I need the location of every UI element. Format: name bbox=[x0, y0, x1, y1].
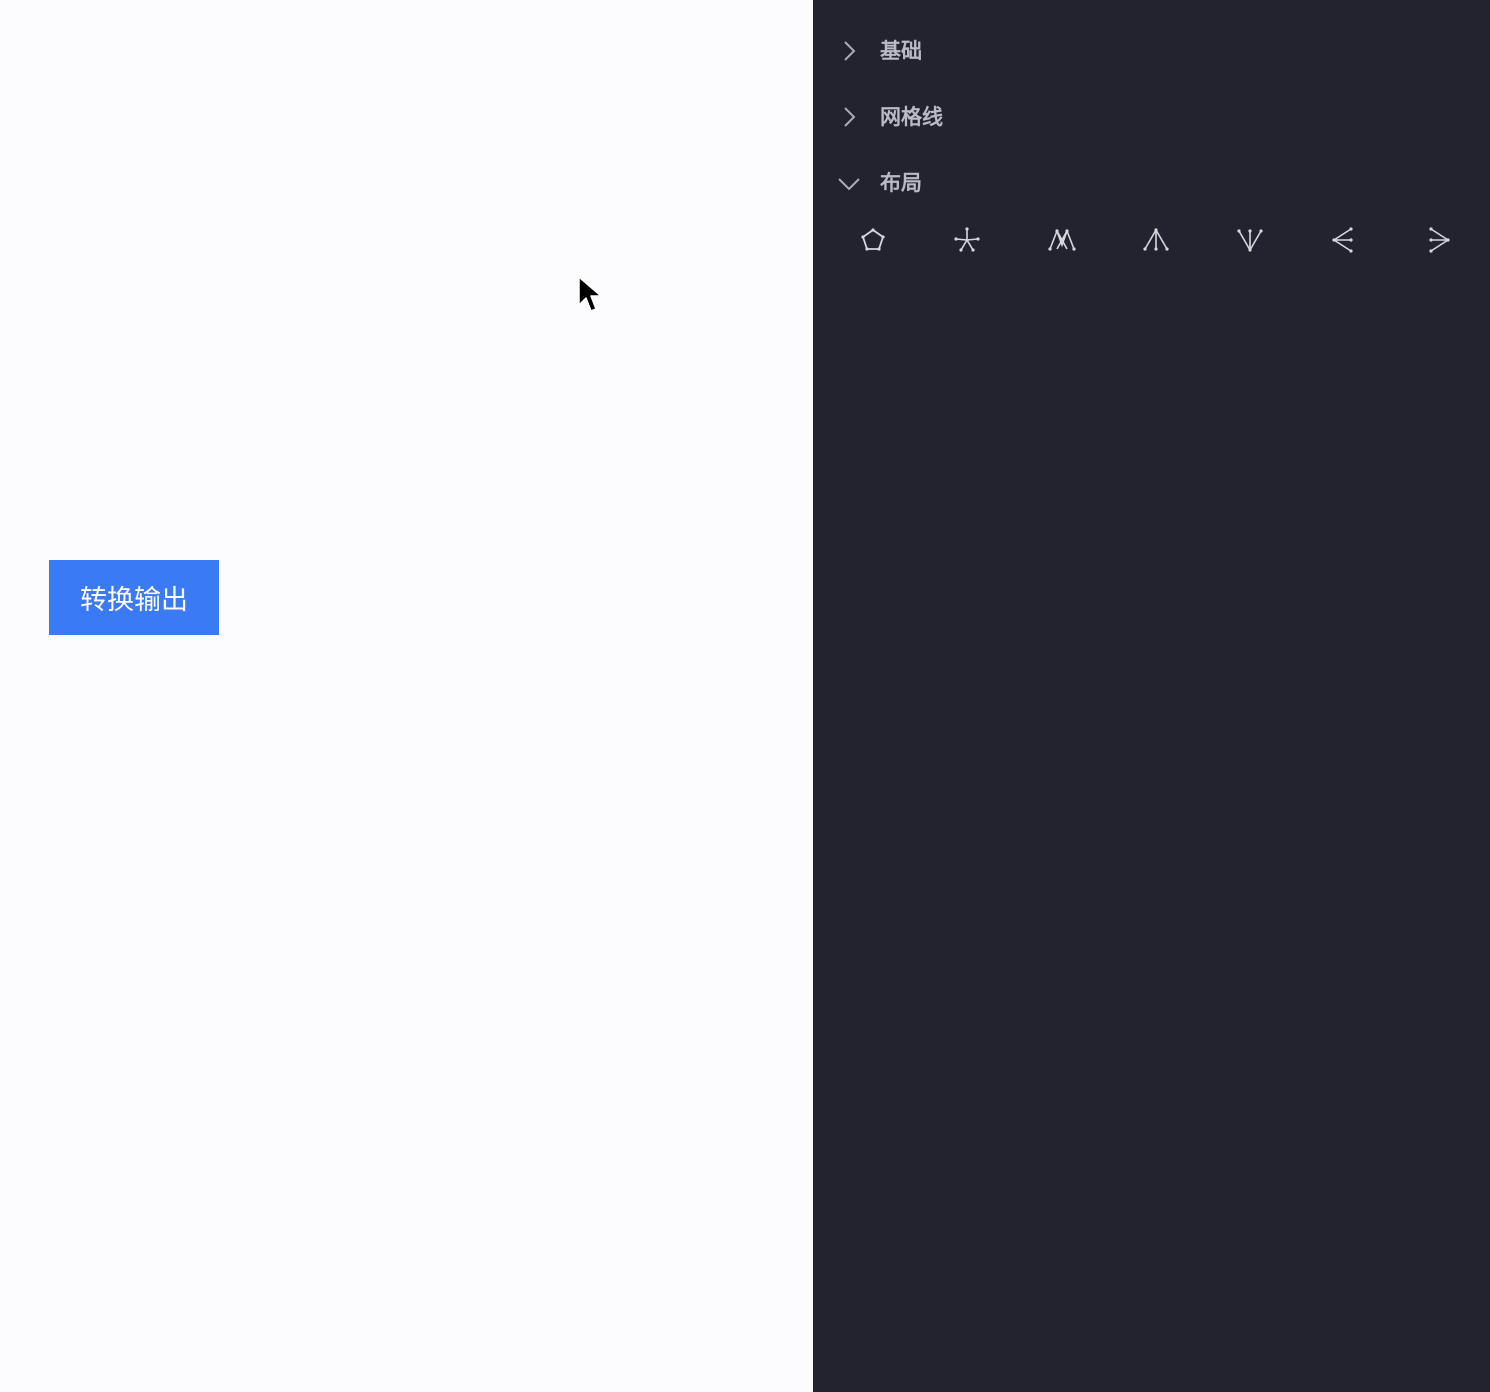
section-basic[interactable]: 基础 bbox=[813, 29, 1490, 73]
chevron-right-icon bbox=[844, 107, 856, 127]
mouse-pointer-icon bbox=[578, 276, 602, 312]
star-radial-layout-icon[interactable] bbox=[945, 218, 989, 262]
tree-up-layout-icon[interactable] bbox=[1228, 218, 1272, 262]
canvas-area[interactable]: 转换输出 bbox=[0, 0, 813, 1392]
section-label-basic: 基础 bbox=[880, 39, 922, 63]
section-gridlines[interactable]: 网格线 bbox=[813, 95, 1490, 139]
layout-options bbox=[813, 218, 1490, 262]
side-panel: 基础 网格线 布局 bbox=[813, 0, 1490, 1392]
mesh-layout-icon[interactable] bbox=[1040, 218, 1084, 262]
chevron-right-icon bbox=[844, 41, 856, 61]
section-layout[interactable]: 布局 bbox=[813, 161, 1490, 205]
section-label-layout: 布局 bbox=[880, 171, 922, 195]
tree-down-layout-icon[interactable] bbox=[1134, 218, 1178, 262]
section-label-gridlines: 网格线 bbox=[880, 105, 943, 129]
pentagon-layout-icon[interactable] bbox=[851, 218, 895, 262]
chevron-down-icon bbox=[838, 178, 860, 191]
app-window: 转换输出 基础 网格线 布局 bbox=[0, 0, 1490, 1392]
convert-output-button[interactable]: 转换输出 bbox=[49, 560, 219, 635]
tree-right-layout-icon[interactable] bbox=[1416, 218, 1460, 262]
tree-left-layout-icon[interactable] bbox=[1322, 218, 1366, 262]
